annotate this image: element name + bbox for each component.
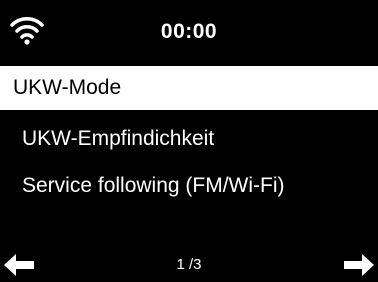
menu-item-ukw-mode[interactable]: UKW-Mode [0,66,378,110]
menu-item-service-following[interactable]: Service following (FM/Wi-Fi) [0,164,378,208]
status-bar: 00:00 [0,0,378,66]
clock-time: 00:00 [160,20,218,43]
page-indicator: 1 /3 [176,256,202,273]
arrow-right-icon[interactable] [344,254,374,276]
menu-item-ukw-empfindichkeit[interactable]: UKW-Empfindichkeit [0,117,378,161]
footer: 1 /3 [0,248,378,282]
